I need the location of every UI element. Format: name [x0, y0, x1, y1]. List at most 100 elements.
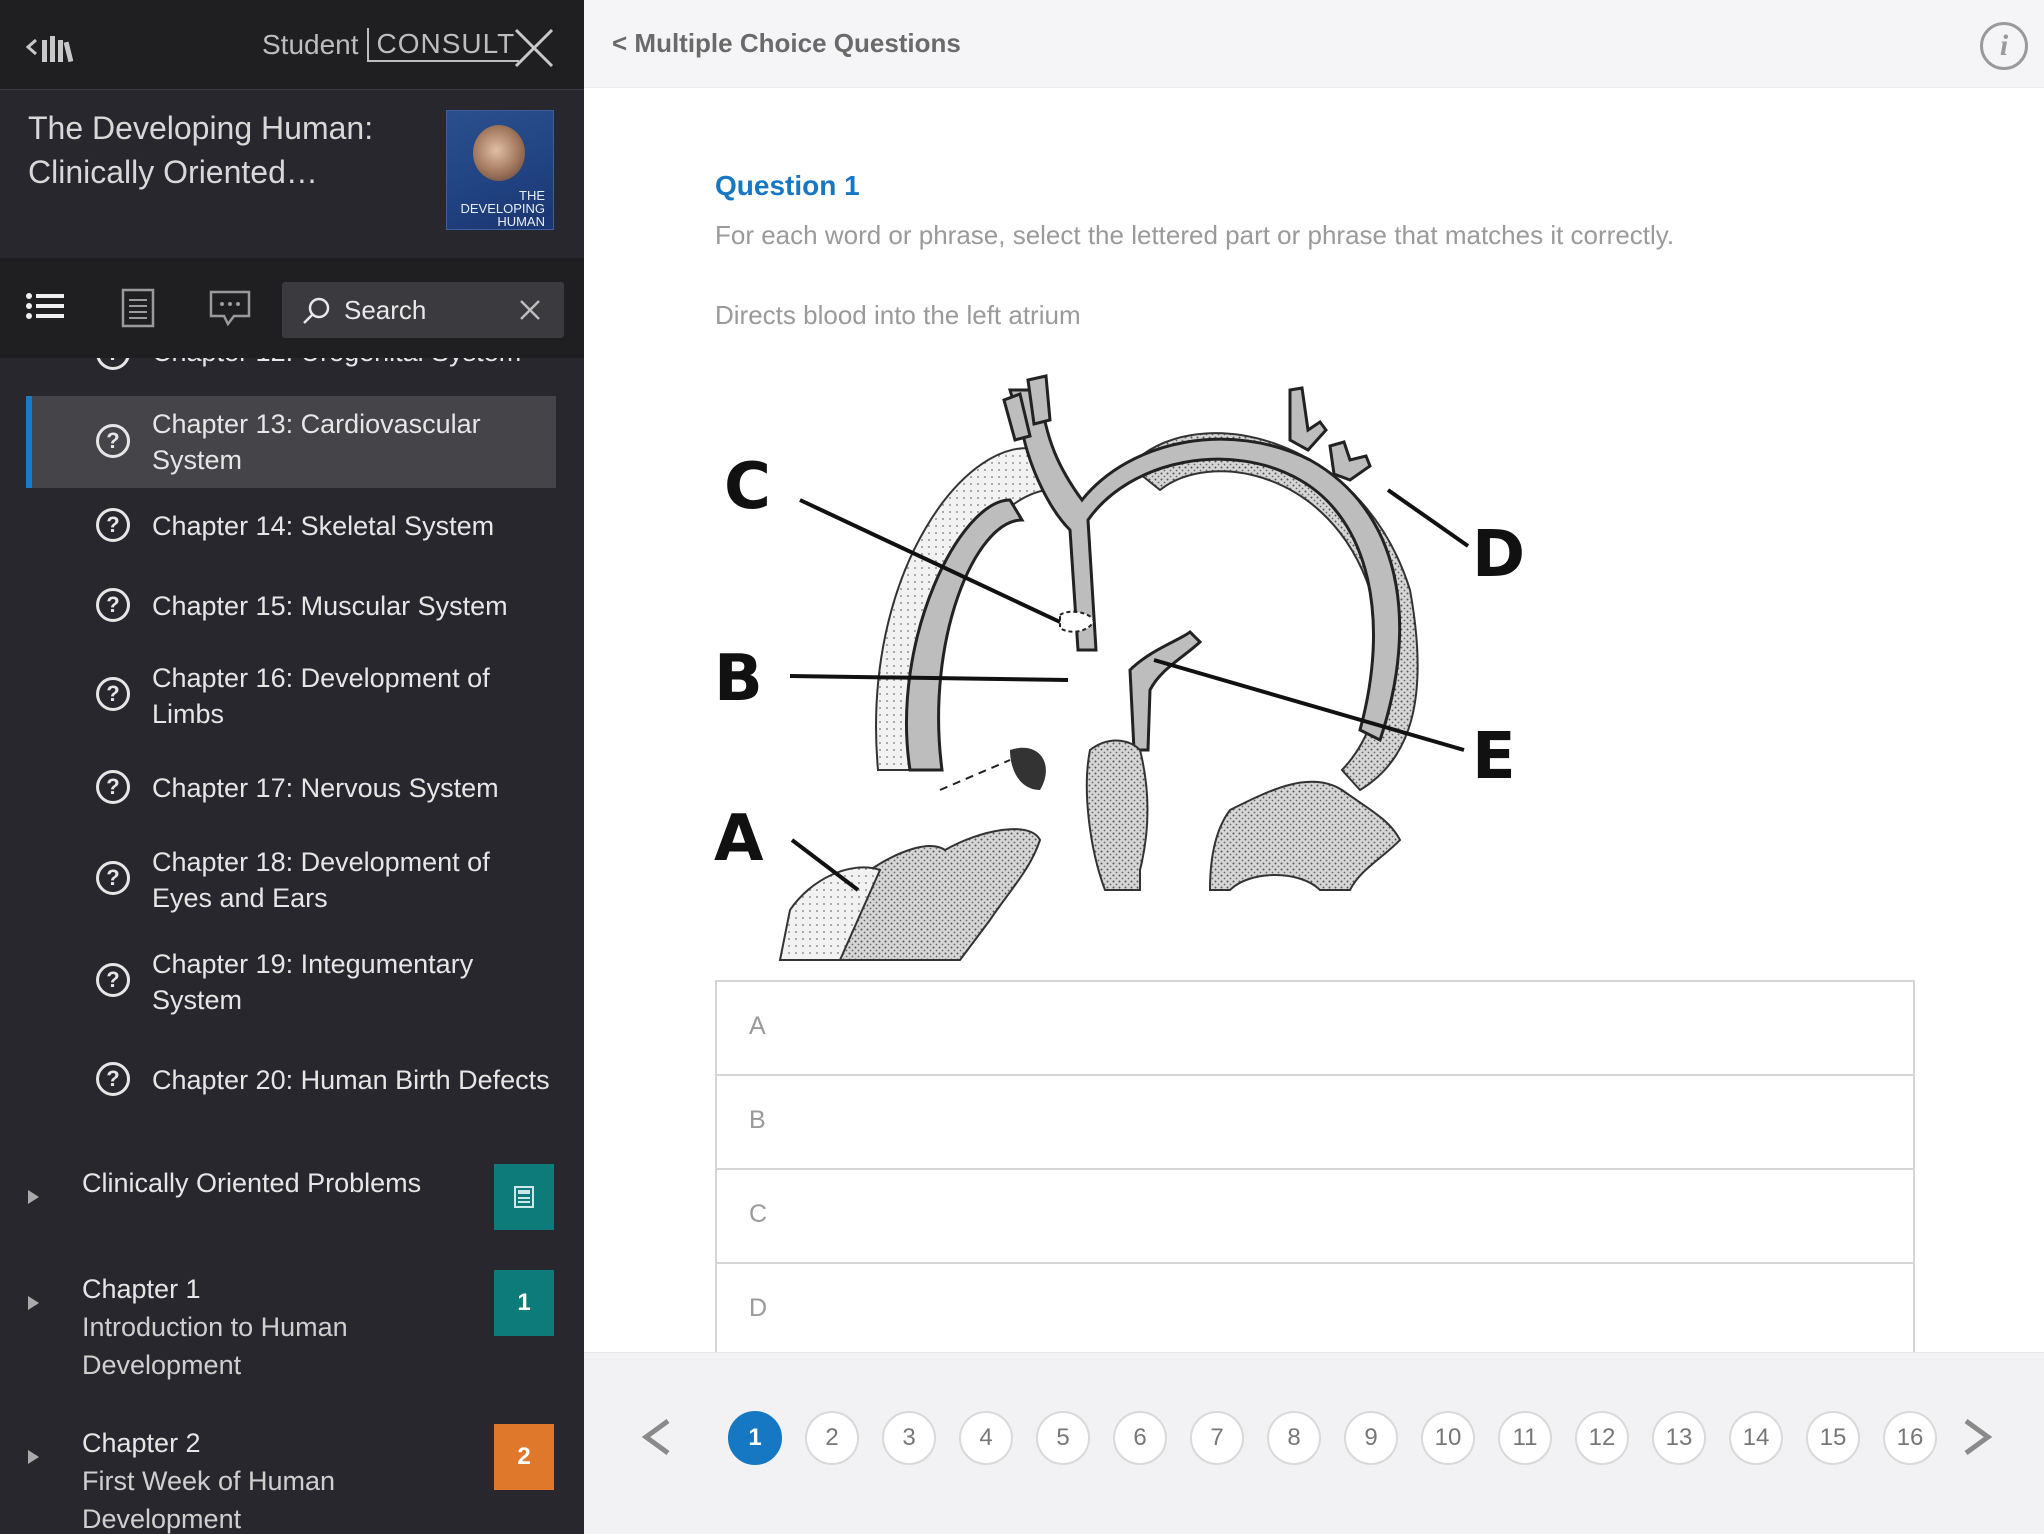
- group-title: Chapter 1: [82, 1274, 201, 1304]
- heart-diagram: C B A D E: [714, 374, 1525, 961]
- diagram-label-c: C: [724, 450, 771, 524]
- chapter-item-13[interactable]: ? Chapter 13: Cardiovascular System: [26, 396, 556, 488]
- search-icon: [303, 297, 330, 324]
- chapter-badge: 1: [494, 1270, 554, 1336]
- chapter-item-label: Chapter 14: Skeletal System: [152, 511, 495, 541]
- search-input[interactable]: [344, 290, 504, 330]
- table-of-contents-icon[interactable]: [24, 288, 68, 328]
- page-button-16[interactable]: 16: [1883, 1411, 1937, 1465]
- page-button-3[interactable]: 3: [882, 1411, 936, 1465]
- expand-arrow-icon[interactable]: [28, 1190, 39, 1204]
- question-circle-icon: ?: [96, 770, 130, 804]
- page-button-15[interactable]: 15: [1806, 1411, 1860, 1465]
- clear-search-icon[interactable]: [518, 298, 542, 322]
- chapter-item-16[interactable]: ? Chapter 16: Development of Limbs: [26, 658, 556, 734]
- question-prompt: Directs blood into the left atrium: [715, 300, 1081, 330]
- diagram-label-a: A: [714, 802, 764, 876]
- sidebar-toolbar: [0, 258, 584, 358]
- chapter-item-label: Chapter 15: Muscular System: [152, 591, 508, 621]
- group-chapter-1[interactable]: Chapter 1 Introduction to Human Developm…: [0, 1270, 584, 1400]
- question-circle-icon: ?: [96, 677, 130, 711]
- chapter-item-20[interactable]: ? Chapter 20: Human Birth Defects: [26, 1060, 556, 1100]
- group-subtitle: Introduction to Human Development: [82, 1312, 348, 1380]
- diagram-label-b: B: [714, 642, 763, 716]
- info-icon[interactable]: i: [1980, 22, 2028, 70]
- page-button-13[interactable]: 13: [1652, 1411, 1706, 1465]
- chapter-item-15[interactable]: ? Chapter 15: Muscular System: [26, 586, 556, 626]
- page-button-11[interactable]: 11: [1498, 1411, 1552, 1465]
- page-button-2[interactable]: 2: [805, 1411, 859, 1465]
- main-content: < Multiple Choice Questions i Question 1…: [584, 0, 2044, 1534]
- answer-option-b[interactable]: B: [715, 1074, 1915, 1170]
- page-button-5[interactable]: 5: [1036, 1411, 1090, 1465]
- answer-option-c[interactable]: C: [715, 1168, 1915, 1264]
- page-button-4[interactable]: 4: [959, 1411, 1013, 1465]
- page-button-1[interactable]: 1: [728, 1411, 782, 1465]
- book-cover-image[interactable]: THE DEVELOPING HUMAN: [446, 110, 554, 230]
- question-circle-icon: ?: [96, 508, 130, 542]
- group-title: Clinically Oriented Problems: [82, 1168, 422, 1198]
- question-title: Question 1: [715, 170, 860, 201]
- cover-art: [473, 125, 525, 181]
- chapter-item-17[interactable]: ? Chapter 17: Nervous System: [26, 768, 556, 808]
- page-button-8[interactable]: 8: [1267, 1411, 1321, 1465]
- page-button-6[interactable]: 6: [1113, 1411, 1167, 1465]
- group-title: Chapter 2: [82, 1428, 201, 1458]
- sidebar: Student CONSULT The Developing Human: Cl…: [0, 0, 584, 1534]
- chapter-item-label: Chapter 13: Cardiovascular System: [152, 409, 481, 475]
- page-button-12[interactable]: 12: [1575, 1411, 1629, 1465]
- comments-icon[interactable]: [208, 288, 252, 328]
- student-consult-logo: Student CONSULT: [262, 24, 520, 66]
- question-circle-icon: ?: [96, 963, 130, 997]
- question-circle-icon: ?: [96, 424, 130, 458]
- answer-option-a[interactable]: A: [715, 980, 1915, 1076]
- chapter-list: ? Chapter 12: Urogenital System ? Chapte…: [0, 358, 584, 1534]
- question-circle-icon: ?: [96, 861, 130, 895]
- question-circle-icon: ?: [96, 588, 130, 622]
- book-title[interactable]: The Developing Human: Clinically Oriente…: [28, 106, 428, 194]
- diagram-label-d: D: [1472, 518, 1525, 592]
- page-button-7[interactable]: 7: [1190, 1411, 1244, 1465]
- group-subtitle: First Week of Human Development: [82, 1466, 336, 1534]
- brand-consult: CONSULT: [366, 28, 520, 62]
- chapter-badge: 2: [494, 1424, 554, 1490]
- back-to-library-icon[interactable]: [26, 30, 82, 64]
- back-to-mcq-link[interactable]: < Multiple Choice Questions: [612, 28, 961, 59]
- brand-student: Student: [262, 29, 359, 60]
- chapter-item-label: Chapter 20: Human Birth Defects: [152, 1065, 550, 1095]
- question-pager: 1 2 3 4 5 6 7 8 9 10 11 12 13 14 15 16: [584, 1352, 2044, 1534]
- question-circle-icon: ?: [96, 358, 130, 370]
- answer-option-label: C: [749, 1200, 768, 1228]
- previous-page-icon[interactable]: [638, 1415, 678, 1459]
- notes-icon[interactable]: [116, 288, 160, 328]
- page-button-9[interactable]: 9: [1344, 1411, 1398, 1465]
- diagram-label-e: E: [1472, 720, 1516, 794]
- chapter-item-label: Chapter 16: Development of Limbs: [152, 663, 490, 729]
- group-chapter-2[interactable]: Chapter 2 First Week of Human Developmen…: [0, 1424, 584, 1534]
- next-page-icon[interactable]: [1956, 1415, 1996, 1459]
- calculator-icon: [514, 1186, 534, 1208]
- answer-option-d[interactable]: D: [715, 1262, 1915, 1358]
- sidebar-topbar: Student CONSULT: [0, 0, 584, 90]
- calculator-badge-icon: [494, 1164, 554, 1230]
- answer-option-label: D: [749, 1294, 768, 1322]
- close-icon[interactable]: [512, 26, 556, 70]
- group-clinically-oriented-problems[interactable]: Clinically Oriented Problems: [0, 1164, 584, 1254]
- page-button-10[interactable]: 10: [1421, 1411, 1475, 1465]
- chapter-item-14[interactable]: ? Chapter 14: Skeletal System: [26, 506, 556, 546]
- search-box: [282, 282, 564, 338]
- chapter-item-19[interactable]: ? Chapter 19: Integumentary System: [26, 944, 556, 1020]
- cover-title: THE DEVELOPING HUMAN: [460, 188, 545, 229]
- chapter-item-label: Chapter 12: Urogenital System: [152, 358, 552, 370]
- chapter-item-label: Chapter 19: Integumentary System: [152, 949, 474, 1015]
- expand-arrow-icon[interactable]: [28, 1450, 39, 1464]
- question-circle-icon: ?: [96, 1062, 130, 1096]
- question-instruction: For each word or phrase, select the lett…: [715, 220, 1675, 250]
- expand-arrow-icon[interactable]: [28, 1296, 39, 1310]
- chapter-item-18[interactable]: ? Chapter 18: Development of Eyes and Ea…: [26, 842, 556, 918]
- main-header: < Multiple Choice Questions i: [584, 0, 2044, 88]
- answer-option-label: A: [749, 1012, 766, 1040]
- answer-option-label: B: [749, 1106, 766, 1134]
- chapter-item-partial[interactable]: ? Chapter 12: Urogenital System: [26, 358, 556, 370]
- page-button-14[interactable]: 14: [1729, 1411, 1783, 1465]
